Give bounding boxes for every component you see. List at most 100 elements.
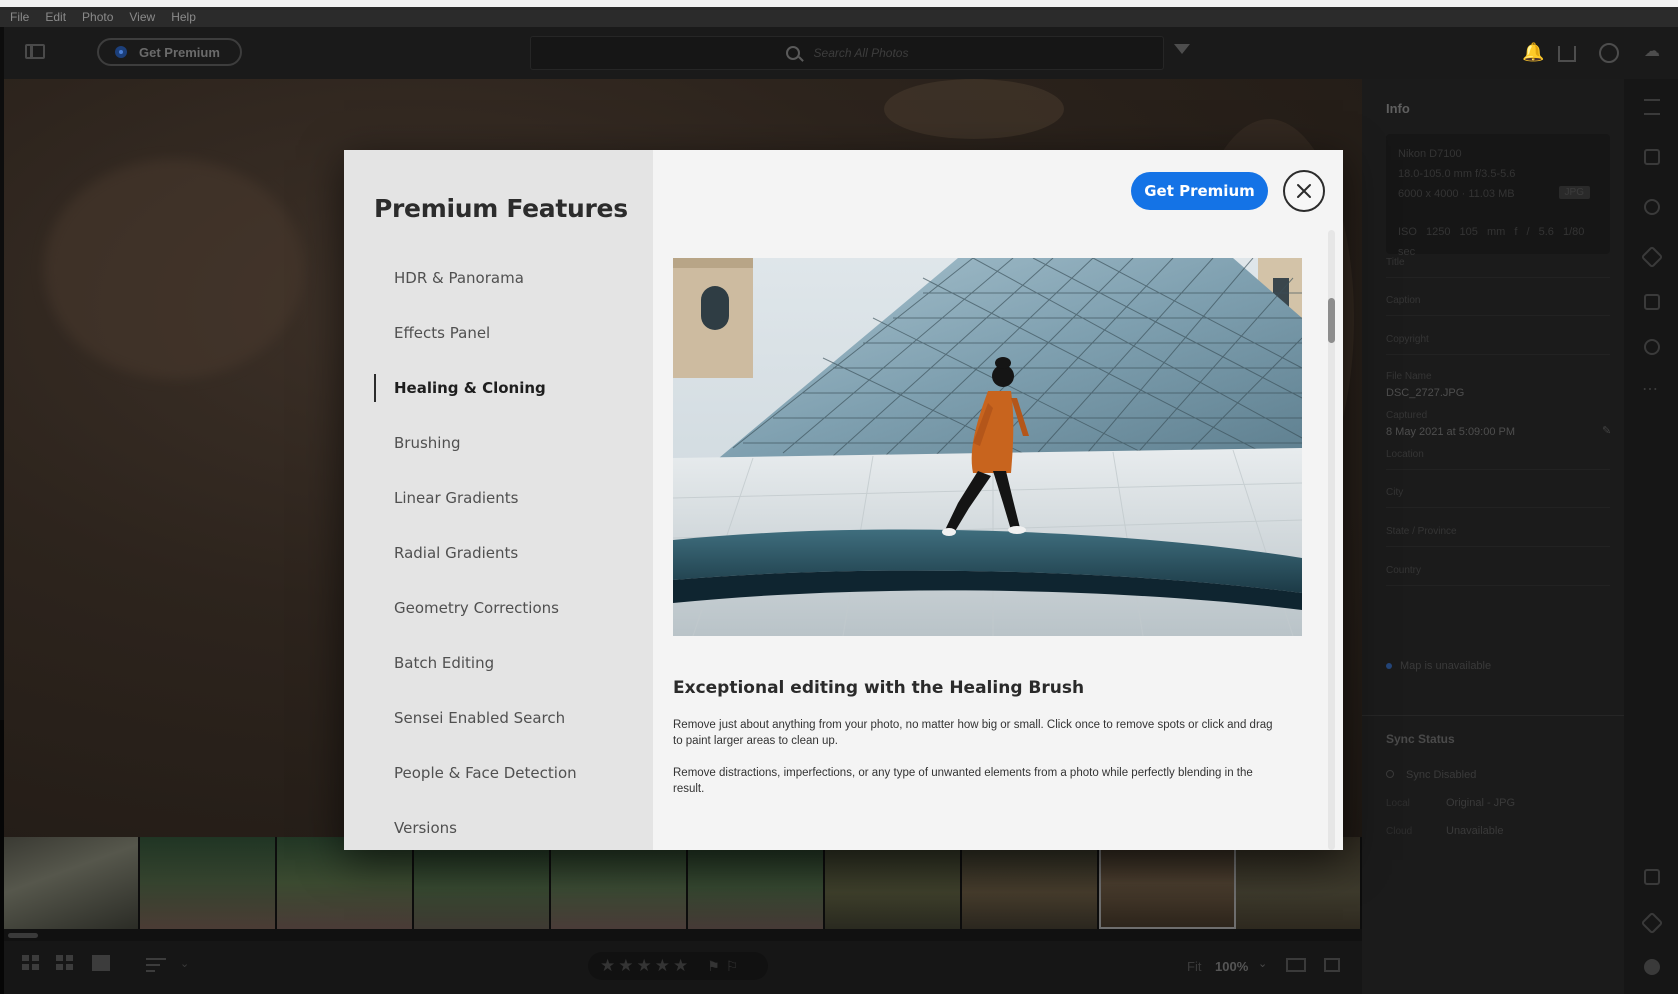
info-panel-title: Info: [1386, 101, 1410, 116]
content-scrollbar[interactable]: [1328, 230, 1335, 850]
feature-nav-item[interactable]: Radial Gradients: [374, 525, 577, 580]
menu-view[interactable]: View: [129, 10, 155, 24]
info-icon[interactable]: [1644, 959, 1660, 975]
captured-value: 8 May 2021 at 5:09:00 PM: [1386, 426, 1516, 438]
panel-toggle-icon[interactable]: [25, 44, 45, 59]
feature-photo: [673, 258, 1302, 636]
linear-gradient-icon[interactable]: [1644, 294, 1660, 310]
feature-nav-item[interactable]: Healing & Cloning: [374, 360, 577, 415]
copyright-field[interactable]: Copyright: [1386, 334, 1429, 345]
star-icons[interactable]: ★★★★★: [600, 956, 691, 976]
filmstrip-thumb[interactable]: [1236, 837, 1362, 929]
map-unavailable-note: Map is unavailable: [1386, 660, 1491, 672]
zoom-chevron-icon[interactable]: ⌄: [1258, 957, 1267, 970]
sync-local-value: Original - JPG: [1446, 797, 1516, 809]
filmstrip-thumb[interactable]: [414, 837, 551, 929]
close-button[interactable]: [1283, 170, 1325, 212]
location-field[interactable]: Location: [1386, 449, 1424, 460]
grid-view-icon[interactable]: [22, 955, 40, 971]
help-icon[interactable]: [1599, 43, 1619, 63]
dialog-title: Premium Features: [374, 194, 628, 223]
state-field[interactable]: State / Province: [1386, 526, 1457, 537]
feature-illustration: [673, 258, 1302, 636]
zoom-level[interactable]: 100%: [1215, 959, 1248, 974]
feature-list: HDR & Panorama Effects Panel Healing & Clo…: [374, 250, 577, 850]
feature-nav-item[interactable]: Linear Gradients: [374, 470, 577, 525]
zoom-fit-button[interactable]: Fit: [1187, 959, 1201, 974]
feature-nav-item[interactable]: HDR & Panorama: [374, 250, 577, 305]
detail-view-icon[interactable]: [92, 955, 110, 971]
feature-nav-item[interactable]: Effects Panel: [374, 305, 577, 360]
flag-icons[interactable]: ⚑⚐: [707, 958, 744, 975]
bell-icon[interactable]: 🔔: [1522, 41, 1544, 63]
sync-local-label: Local: [1386, 798, 1410, 809]
iso-value: ISO 1250: [1398, 226, 1451, 238]
more-icon[interactable]: ⋯: [1642, 379, 1658, 399]
filmstrip-thumb[interactable]: [688, 837, 825, 929]
healing-icon[interactable]: [1644, 199, 1660, 215]
brush-icon[interactable]: [1640, 245, 1664, 269]
chevron-down-icon[interactable]: ⌄: [180, 957, 189, 970]
filmstrip-thumb[interactable]: [551, 837, 688, 929]
feature-nav-item[interactable]: Batch Editing: [374, 635, 577, 690]
scrollbar-thumb[interactable]: [1328, 298, 1335, 343]
search-input[interactable]: Search All Photos: [530, 36, 1164, 70]
square-grid-icon[interactable]: [56, 955, 74, 971]
city-field[interactable]: City: [1386, 487, 1403, 498]
bottom-bar: ⌄ ★★★★★ ⚑⚐ Fit 100% ⌄: [4, 941, 1362, 994]
filmstrip-scrollbar[interactable]: [4, 929, 1362, 941]
feature-nav-item[interactable]: People & Face Detection: [374, 745, 577, 800]
edit-pencil-icon[interactable]: ✎: [1602, 424, 1611, 437]
country-field[interactable]: Country: [1386, 565, 1421, 576]
feature-nav-item[interactable]: Geometry Corrections: [374, 580, 577, 635]
filmstrip-thumb[interactable]: [277, 837, 414, 929]
share-icon[interactable]: [1558, 46, 1576, 62]
window-title-bar: [0, 0, 1678, 7]
feature-nav-item[interactable]: Brushing: [374, 415, 577, 470]
menu-photo[interactable]: Photo: [82, 10, 113, 24]
filmstrip-thumb[interactable]: [962, 837, 1099, 929]
comment-icon[interactable]: [1644, 869, 1660, 885]
compare-icon[interactable]: [1324, 958, 1340, 972]
rating-stars[interactable]: ★★★★★ ⚑⚐: [588, 952, 768, 980]
filmstrip-thumb[interactable]: [4, 837, 140, 929]
title-field[interactable]: Title: [1386, 257, 1405, 268]
file-size: 11.03 MB: [1468, 188, 1515, 200]
sync-status-text: Sync Disabled: [1406, 769, 1477, 781]
filmstrip-thumb[interactable]: [140, 837, 277, 929]
feature-nav-item[interactable]: Sensei Enabled Search: [374, 690, 577, 745]
menu-file[interactable]: File: [10, 10, 29, 24]
search-icon: [785, 46, 800, 60]
premium-icon: [115, 46, 127, 58]
feature-nav-item[interactable]: Versions: [374, 800, 577, 850]
get-premium-button[interactable]: Get Premium: [1131, 172, 1268, 210]
sync-cloud-label: Cloud: [1386, 826, 1413, 837]
tag-icon[interactable]: [1640, 911, 1664, 935]
menu-edit[interactable]: Edit: [45, 10, 66, 24]
toolbar-get-premium-label: Get Premium: [139, 44, 220, 60]
sync-status-title: Sync Status: [1386, 732, 1455, 746]
toolbar-get-premium-button[interactable]: Get Premium: [97, 38, 242, 66]
edit-sliders-icon[interactable]: [1644, 99, 1660, 115]
image-dimensions: 6000 x 4000: [1398, 188, 1459, 200]
app-toolbar: Get Premium Search All Photos 🔔 ☁: [4, 27, 1678, 79]
file-name-value: DSC_2727.JPG: [1386, 387, 1465, 399]
caption-field[interactable]: Caption: [1386, 295, 1420, 306]
filter-icon[interactable]: [1174, 44, 1190, 54]
right-tool-strip: ⋯: [1624, 79, 1678, 994]
radial-gradient-icon[interactable]: [1644, 339, 1660, 355]
premium-features-dialog: Premium Features HDR & Panorama Effects P…: [344, 150, 1343, 850]
filmstrip-thumb-selected[interactable]: [1099, 837, 1236, 929]
filmstrip: [4, 837, 1362, 929]
sync-cloud-value: Unavailable: [1446, 825, 1504, 837]
cloud-sync-off-icon[interactable]: ☁: [1644, 41, 1660, 63]
feature-paragraph-2: Remove distractions, imperfections, or a…: [673, 767, 1253, 795]
filmstrip-toggle-icon[interactable]: [1286, 958, 1306, 972]
filmstrip-thumb[interactable]: [825, 837, 962, 929]
crop-icon[interactable]: [1644, 149, 1660, 165]
feature-nav: Premium Features HDR & Panorama Effects P…: [344, 150, 653, 850]
sync-local-row: Local Original - JPG: [1386, 797, 1515, 809]
menu-help[interactable]: Help: [171, 10, 196, 24]
sort-icon[interactable]: [146, 958, 166, 972]
lens-info: 18.0-105.0 mm f/3.5-5.6: [1398, 168, 1516, 180]
